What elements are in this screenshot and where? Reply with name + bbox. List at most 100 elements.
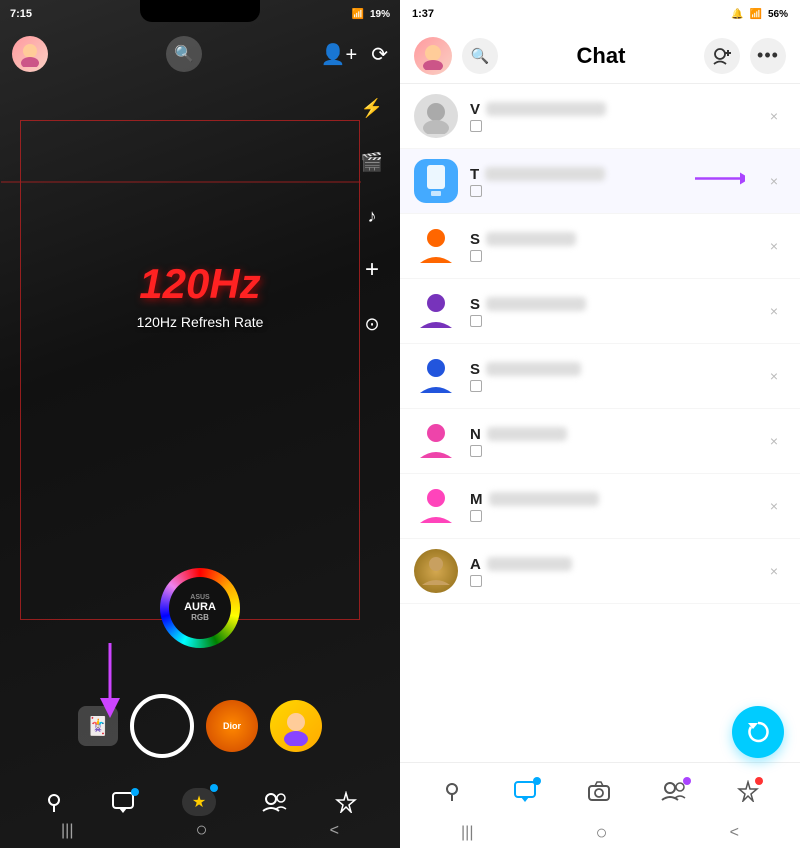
chat-info-v: V — [470, 101, 762, 132]
purple-arrow-left — [90, 643, 130, 728]
avatar-v-svg — [418, 98, 454, 134]
nav-discover-left[interactable] — [335, 791, 357, 813]
back-btn-right[interactable]: < — [730, 824, 739, 842]
nav-friends-left[interactable] — [262, 791, 288, 813]
location-icon-right — [441, 780, 463, 802]
close-m[interactable]: × — [762, 494, 786, 518]
chat-info-s1: S — [470, 231, 762, 262]
chat-name-s1: S — [470, 231, 762, 248]
chat-name-n: N — [470, 426, 762, 443]
spotlight-icon: ★ — [192, 792, 206, 812]
aura-container: ASUS AURA RGB — [160, 568, 240, 648]
close-s2[interactable]: × — [762, 299, 786, 323]
right-panel: 1:37 🔔 📶 56% 🔍 Chat ••• — [400, 0, 800, 848]
add-friend-button-right[interactable] — [704, 38, 740, 74]
home-btn-left[interactable]: ○ — [196, 819, 208, 842]
checkbox-n — [470, 445, 482, 457]
checkbox-t — [470, 185, 482, 197]
nav-friends-right[interactable] — [661, 780, 687, 802]
video-button[interactable]: 🎬 — [354, 144, 390, 180]
checkbox-s3 — [470, 380, 482, 392]
avatar-left[interactable] — [12, 36, 48, 72]
hz-text: 120Hz — [137, 260, 264, 308]
dior-label: Dior — [223, 721, 241, 731]
chat-item-t[interactable]: T × — [400, 149, 800, 214]
close-s1[interactable]: × — [762, 234, 786, 258]
nav-location-left[interactable] — [43, 791, 65, 813]
nav-spotlight-left[interactable]: ★ — [182, 788, 216, 816]
back-btn-left[interactable]: < — [330, 822, 339, 840]
person-icon-m — [417, 485, 455, 527]
dior-lens[interactable]: Dior — [206, 700, 258, 752]
chat-initial-m: M — [470, 491, 483, 508]
nav-camera-right[interactable] — [587, 780, 611, 802]
spotlight-dot — [210, 784, 218, 792]
avatar-emoji-right — [419, 42, 447, 70]
more-button-right[interactable]: ••• — [750, 38, 786, 74]
top-bar-left: 🔍 👤+ ⟳ — [0, 28, 400, 80]
music-button[interactable]: ♪ — [354, 198, 390, 234]
chat-item-n[interactable]: N × — [400, 409, 800, 474]
search-button-left[interactable]: 🔍 — [166, 36, 202, 72]
chat-item-m[interactable]: M × — [400, 474, 800, 539]
add-friend-icon-left[interactable]: 👤+ — [321, 42, 358, 67]
chat-info-n: N — [470, 426, 762, 457]
chat-item-s1[interactable]: S × — [400, 214, 800, 279]
time-left: 7:15 — [10, 8, 32, 20]
avatar-n — [414, 419, 458, 463]
close-a[interactable]: × — [762, 559, 786, 583]
friends-icon-left — [262, 791, 288, 813]
system-nav-left: ||| ○ < — [0, 819, 400, 842]
location-icon — [43, 791, 65, 813]
side-buttons: ⚡ 🎬 ♪ + ⊙ — [354, 90, 390, 342]
avatar-a — [414, 549, 458, 593]
chat-sub-s2 — [470, 315, 762, 327]
close-t[interactable]: × — [762, 169, 786, 193]
hz-display: 120Hz 120Hz Refresh Rate — [137, 260, 264, 330]
aura-inner: ASUS AURA RGB — [169, 577, 231, 639]
nav-chat-right[interactable] — [513, 780, 537, 802]
chat-name-v: V — [470, 101, 762, 118]
lens-button[interactable]: ⊙ — [354, 306, 390, 342]
discover-dot-right — [755, 777, 763, 785]
chat-item-a[interactable]: A × — [400, 539, 800, 604]
close-n[interactable]: × — [762, 429, 786, 453]
chat-item-v[interactable]: V × — [400, 84, 800, 149]
chat-name-a: A — [470, 556, 762, 573]
chat-name-m: M — [470, 491, 762, 508]
nav-location-right[interactable] — [441, 780, 463, 802]
chat-initial-a: A — [470, 556, 481, 573]
chat-sub-m — [470, 510, 762, 522]
home-btn-right[interactable]: ○ — [596, 822, 608, 845]
fab-button[interactable] — [732, 706, 784, 758]
chat-name-blurred-t — [485, 167, 605, 181]
status-bar-right: 1:37 🔔 📶 56% — [400, 0, 800, 28]
chat-dot-right — [533, 777, 541, 785]
nav-discover-right[interactable] — [737, 780, 759, 802]
recent-apps-btn-left[interactable]: ||| — [61, 822, 73, 840]
checkbox-m — [470, 510, 482, 522]
chat-name-s3: S — [470, 361, 762, 378]
recent-apps-btn-right[interactable]: ||| — [461, 824, 473, 842]
discover-icon-left — [335, 791, 357, 813]
add-button[interactable]: + — [354, 252, 390, 288]
fab-icon — [745, 719, 771, 745]
flash-button[interactable]: ⚡ — [354, 90, 390, 126]
close-s3[interactable]: × — [762, 364, 786, 388]
top-bar-right: 🔍 Chat ••• — [400, 28, 800, 84]
camera-icon-right — [587, 780, 611, 802]
avatar-right[interactable] — [414, 37, 452, 75]
chat-item-s3[interactable]: S × — [400, 344, 800, 409]
search-button-right[interactable]: 🔍 — [462, 38, 498, 74]
top-right-icons: 👤+ ⟳ — [321, 42, 388, 67]
rotate-icon-left[interactable]: ⟳ — [371, 42, 388, 67]
chat-item-s2[interactable]: S × — [400, 279, 800, 344]
close-v[interactable]: × — [762, 104, 786, 128]
bottom-nav-right — [400, 762, 800, 818]
face-lens[interactable] — [270, 700, 322, 752]
nav-chat-left[interactable] — [111, 791, 135, 813]
avatar-emoji — [17, 41, 43, 67]
notch — [140, 0, 260, 22]
capture-button[interactable] — [130, 694, 194, 758]
person-icon-n — [417, 420, 455, 462]
